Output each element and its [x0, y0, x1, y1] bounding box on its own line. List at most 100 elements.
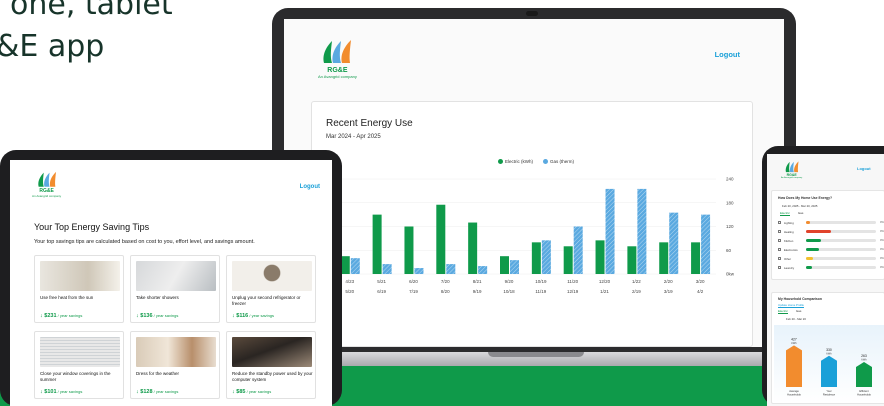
comparison-svg: 427kWhAverageHouseholds330kWhYourResiden… — [786, 337, 872, 397]
gas-bar[interactable] — [573, 226, 583, 275]
tab-electric[interactable]: Electric — [780, 211, 790, 216]
headline-line-1: one, tablet — [10, 0, 173, 22]
gas-bar[interactable] — [637, 188, 647, 274]
shower-image — [136, 261, 216, 291]
usage-row-percent: 0% — [880, 230, 884, 233]
house-unit: kWh — [791, 341, 797, 345]
electric-bar[interactable] — [595, 240, 605, 274]
tab-electric[interactable]: Electric — [778, 309, 788, 314]
y-tick-label: 180 — [726, 200, 734, 205]
house-unit: kWh — [861, 358, 867, 362]
tip-savings: ↓ $116 / year savings — [232, 313, 275, 319]
x-tick-label: 9/19 — [473, 289, 482, 294]
category-icon — [778, 239, 781, 242]
laptop-frame: RG&E An Avangrid company Logout Recent E… — [272, 8, 796, 353]
gas-bar[interactable] — [478, 266, 488, 274]
brand-subtitle: An Avangrid company — [781, 177, 803, 179]
electric-bar[interactable] — [563, 246, 573, 274]
tab-gas[interactable]: Gas — [796, 309, 802, 314]
usage-bar-fill — [806, 230, 831, 233]
laptop-camera — [526, 11, 538, 16]
electric-bar[interactable] — [531, 242, 541, 274]
gas-bar[interactable] — [541, 240, 551, 274]
house-bar[interactable] — [856, 362, 872, 387]
usage-row[interactable]: Electronics 0% — [778, 246, 884, 253]
tip-card[interactable]: Unplug your second refrigerator or freez… — [226, 255, 316, 323]
update-profile-link[interactable]: Update Home Profile — [778, 303, 804, 307]
comparison-tabs: Electric Gas — [778, 309, 801, 314]
x-tick-label: 1/21 — [600, 289, 609, 294]
logout-link[interactable]: Logout — [715, 50, 740, 59]
electric-bar[interactable] — [691, 242, 701, 274]
x-tick-label: 1/22 — [632, 279, 641, 284]
house-label: Households — [857, 393, 871, 397]
gas-bar[interactable] — [605, 188, 615, 274]
gas-bar[interactable] — [350, 258, 360, 274]
refrigerator-image — [232, 261, 312, 291]
category-icon — [778, 221, 781, 224]
usage-row-label: Other — [784, 256, 791, 261]
energy-use-card: Recent Energy Use Mar 2024 - Apr 2025 El… — [308, 101, 753, 347]
gas-bar[interactable] — [669, 212, 679, 274]
usage-row-percent: 0% — [880, 221, 884, 224]
laptop-brand-logo[interactable]: RG&E An Avangrid company — [318, 37, 357, 79]
gas-bar[interactable] — [510, 260, 519, 274]
electric-bar[interactable] — [468, 222, 478, 274]
usage-title: How Does My Home Use Energy? — [778, 196, 833, 200]
usage-row[interactable]: Other 0% — [778, 255, 884, 262]
usage-row[interactable]: Heating 0% — [778, 228, 884, 235]
house-label: Your — [826, 389, 831, 393]
phone-frame: RG&E An Avangrid company Logout How Does… — [762, 146, 884, 406]
electric-bar[interactable] — [404, 226, 414, 275]
flame-logo-icon — [323, 40, 352, 63]
tip-card[interactable]: Close your window coverings in the summe… — [34, 331, 124, 399]
house-bar[interactable] — [786, 345, 802, 387]
usage-row[interactable]: Lighting 0% — [778, 219, 884, 226]
tablet-brand-logo[interactable]: RG&E An Avangrid company — [32, 170, 61, 198]
usage-row-label: Electronics — [784, 247, 798, 252]
x-tick-label: 7/19 — [409, 289, 418, 294]
gas-bar[interactable] — [382, 264, 392, 274]
electric-bar[interactable] — [659, 242, 669, 274]
x-tick-label: 9/20 — [505, 279, 514, 284]
y-tick-label: 120 — [726, 224, 734, 229]
phone-brand-logo[interactable]: RG&E An Avangrid company — [781, 160, 802, 179]
tip-text: Use free heat from the sun — [40, 295, 94, 300]
tip-text: Reduce the standby power used by your co… — [232, 371, 313, 382]
house-label: Efficient — [859, 389, 868, 393]
x-tick-label: 5/21 — [377, 279, 386, 284]
usage-tabs: Electric Gas — [780, 211, 803, 216]
tip-card[interactable]: Take shorter showers ↓ $136 / year savin… — [130, 255, 220, 323]
gas-bar[interactable] — [414, 268, 424, 274]
logout-link[interactable]: Logout — [300, 184, 320, 190]
electric-bar[interactable] — [436, 204, 446, 274]
chart-date-range: Mar 2024 - Apr 2025 — [326, 134, 381, 140]
x-tick-label: 12/20 — [599, 279, 611, 284]
usage-bar-fill — [806, 239, 822, 242]
electric-bar[interactable] — [372, 214, 382, 274]
headline: one, tablet &E app — [0, 0, 173, 66]
brand-subtitle: An Avangrid company — [318, 74, 357, 79]
usage-bar-fill — [806, 266, 812, 269]
tip-card[interactable]: Reduce the standby power used by your co… — [226, 331, 316, 399]
tab-gas[interactable]: Gas — [798, 211, 804, 216]
category-icon — [778, 248, 781, 251]
electric-bar[interactable] — [500, 256, 509, 274]
electric-bar[interactable] — [627, 246, 637, 274]
house-bar[interactable] — [821, 355, 837, 387]
gas-bar[interactable] — [701, 214, 711, 274]
logout-link[interactable]: Logout — [857, 166, 871, 171]
tip-card[interactable]: Use free heat from the sun ↓ $231 / year… — [34, 255, 124, 323]
usage-row[interactable]: Laundry 0% — [778, 264, 884, 271]
house-value: 263 — [861, 354, 867, 358]
tip-card[interactable]: Dress for the weather ↓ $128 / year savi… — [130, 331, 220, 399]
usage-bar-track — [806, 257, 876, 260]
usage-row[interactable]: Kitchen 0% — [778, 237, 884, 244]
brand-name: RG&E — [327, 67, 348, 74]
usage-row-label: Laundry — [784, 265, 795, 270]
category-icon — [778, 230, 781, 233]
usage-bar-track — [806, 248, 876, 251]
electric-bar[interactable] — [340, 256, 350, 274]
gas-bar[interactable] — [446, 264, 456, 274]
usage-row-percent: 0% — [880, 248, 884, 251]
